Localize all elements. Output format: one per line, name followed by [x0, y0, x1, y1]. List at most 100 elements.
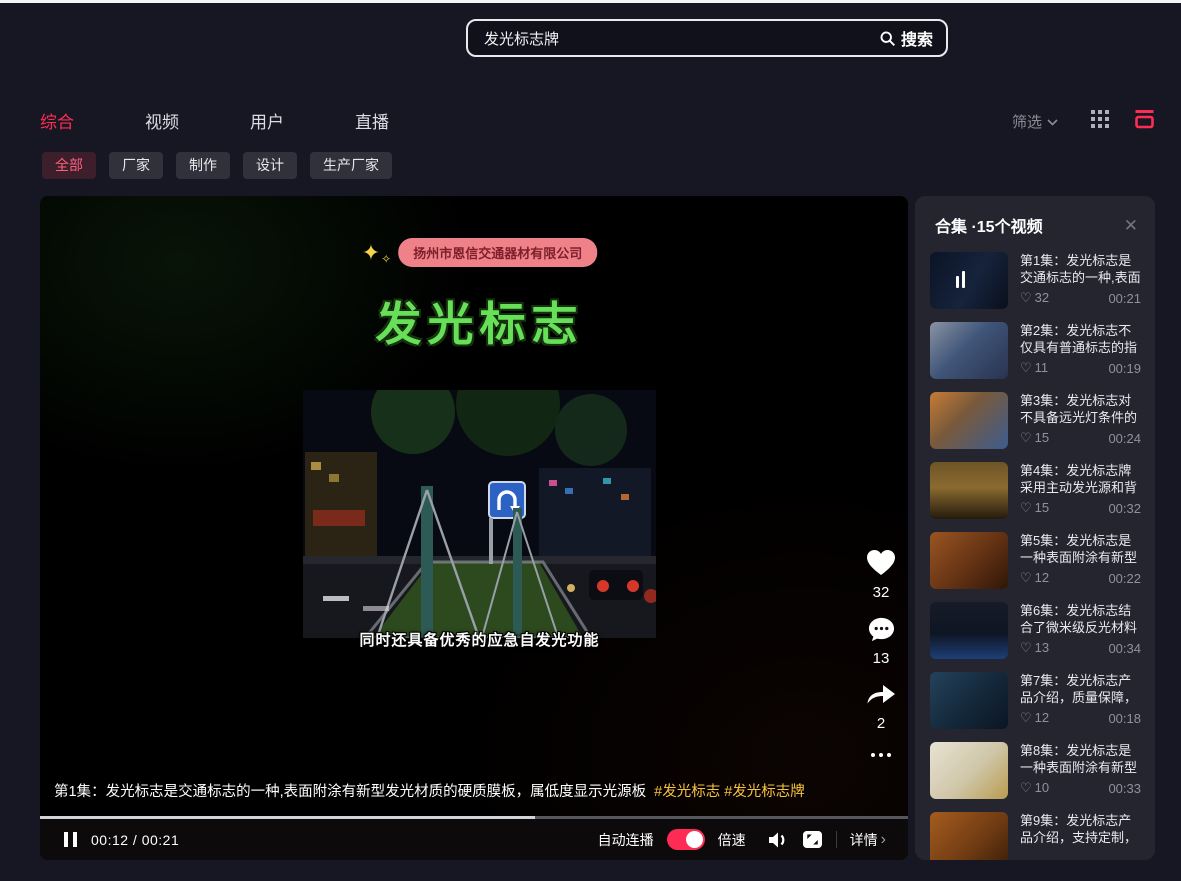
playlist-item-meta: ♡10 00:33 — [1020, 780, 1141, 796]
filter-dropdown[interactable]: 筛选 — [1012, 111, 1058, 132]
caption-text: 第1集：发光标志是交通标志的一种,表面附涂有新型发光材质的硬质膜板，属低度显示光… — [54, 784, 646, 800]
video-thumbnail[interactable] — [930, 322, 1008, 379]
toggle-knob — [686, 831, 703, 848]
speed-button[interactable]: 倍速 — [718, 830, 746, 850]
playlist-item-body: 第5集：发光标志是一种表面附涂有新型发光材... ♡12 00:22 — [1020, 532, 1141, 589]
divider — [836, 831, 837, 848]
playlist-item[interactable]: 第2集：发光标志不仅具有普通标志的指示功... ♡11 00:19 — [930, 322, 1141, 379]
chip-label: 全部 — [55, 157, 83, 173]
playlist-item[interactable]: 第3集：发光标志对不具备远光灯条件的非机动... ♡15 00:24 — [930, 392, 1141, 449]
details-button[interactable]: 详情 › — [850, 830, 886, 850]
playlist-item-title: 第7集：发光标志产品介绍，质量保障，欢迎咨... — [1020, 672, 1141, 706]
playlist-item[interactable]: 第5集：发光标志是一种表面附涂有新型发光材... ♡12 00:22 — [930, 532, 1141, 589]
video-thumbnail[interactable] — [930, 252, 1008, 309]
fullscreen-icon[interactable] — [802, 830, 823, 849]
like-count: ♡13 — [1020, 640, 1049, 656]
filter-chip[interactable]: 生产厂家 — [310, 152, 392, 179]
top-edge-strip — [0, 0, 1181, 3]
playlist-item-title: 第5集：发光标志是一种表面附涂有新型发光材... — [1020, 532, 1141, 566]
chip-label: 设计 — [256, 157, 284, 173]
heart-outline-icon: ♡ — [1020, 290, 1032, 305]
like-count: ♡12 — [1020, 710, 1049, 726]
tab[interactable]: 综合 — [40, 108, 74, 133]
playlist-item[interactable]: 第1集：发光标志是交通标志的一种,表面附涂... ♡32 00:21 — [930, 252, 1141, 309]
video-thumbnail[interactable] — [930, 392, 1008, 449]
playlist-item-title: 第9集：发光标志产品介绍，支持定制，欢迎来 — [1020, 812, 1141, 846]
playlist-item-meta: ♡11 00:19 — [1020, 360, 1141, 376]
playlist-item-title: 第6集：发光标志结合了微米级反光材料太阳能... — [1020, 602, 1141, 636]
playlist-item[interactable]: 第7集：发光标志产品介绍，质量保障，欢迎咨... ♡12 00:18 — [930, 672, 1141, 729]
playlist-item-meta: ♡12 00:22 — [1020, 570, 1141, 586]
playlist-item-body: 第9集：发光标志产品介绍，支持定制，欢迎来 ♡ — [1020, 812, 1141, 860]
search-icon — [879, 30, 896, 47]
autoplay-label: 自动连播 — [598, 830, 654, 850]
sparkle-icon: ✧ — [381, 253, 391, 265]
playlist-item-body: 第8集：发光标志是一种表面附涂有新型发光材... ♡10 00:33 — [1020, 742, 1141, 799]
more-button[interactable] — [871, 753, 891, 757]
like-button[interactable] — [865, 548, 897, 577]
filter-chip[interactable]: 全部 — [42, 152, 96, 179]
search-bar[interactable]: 发光标志牌 搜索 — [466, 19, 948, 57]
collection-list: 第1集：发光标志是交通标志的一种,表面附涂... ♡32 00:21 第2集：发… — [915, 250, 1155, 860]
playlist-item-body: 第6集：发光标志结合了微米级反光材料太阳能... ♡13 00:34 — [1020, 602, 1141, 659]
playlist-item[interactable]: 第9集：发光标志产品介绍，支持定制，欢迎来 ♡ — [930, 812, 1141, 860]
search-button[interactable]: 搜索 — [879, 26, 946, 50]
details-label: 详情 — [850, 830, 878, 850]
playlist-item[interactable]: 第6集：发光标志结合了微米级反光材料太阳能... ♡13 00:34 — [930, 602, 1141, 659]
video-thumbnail[interactable] — [930, 812, 1008, 860]
company-banner-text: 扬州市恩信交通器材有限公司 — [398, 238, 597, 267]
search-input[interactable]: 发光标志牌 — [468, 28, 879, 49]
video-thumbnail[interactable] — [930, 672, 1008, 729]
like-count: ♡12 — [1020, 570, 1049, 586]
comment-button[interactable] — [867, 616, 896, 643]
collection-panel: 合集 ·15个视频 ✕ 第1集：发光标志是交通标志的一种,表面附涂... ♡32… — [915, 196, 1155, 860]
close-icon[interactable]: ✕ — [1124, 217, 1138, 234]
share-button[interactable] — [866, 682, 896, 708]
volume-icon[interactable] — [767, 830, 789, 850]
grid-view-icon[interactable] — [1091, 110, 1110, 134]
filter-chips: 全部 厂家 制作 设计 生产厂家 — [42, 152, 392, 179]
video-caption: 第1集：发光标志是交通标志的一种,表面附涂有新型发光材质的硬质膜板，属低度显示光… — [54, 780, 818, 801]
time-display: 00:12 / 00:21 — [91, 832, 179, 848]
playlist-item[interactable]: 第4集：发光标志牌采用主动发光源和背景反光... ♡15 00:32 — [930, 462, 1141, 519]
video-subtitle: 同时还具备优秀的应急自发光功能 — [303, 629, 656, 650]
video-title-overlay: 发光标志 — [303, 288, 656, 354]
tab-label: 视频 — [145, 113, 179, 132]
video-thumbnail[interactable] — [930, 532, 1008, 589]
caption-hashtags[interactable]: #发光标志 #发光标志牌 — [654, 784, 805, 800]
chevron-down-icon — [1047, 113, 1058, 130]
filter-chip[interactable]: 设计 — [243, 152, 297, 179]
like-count: ♡11 — [1020, 360, 1048, 376]
playlist-item-title: 第2集：发光标志不仅具有普通标志的指示功... — [1020, 322, 1141, 356]
video-thumbnail[interactable] — [930, 602, 1008, 659]
playlist-item-body: 第2集：发光标志不仅具有普通标志的指示功... ♡11 00:19 — [1020, 322, 1141, 379]
heart-outline-icon: ♡ — [1020, 500, 1032, 515]
company-banner: ✦ ✧ 扬州市恩信交通器材有限公司 — [362, 238, 598, 267]
video-thumbnail[interactable] — [930, 742, 1008, 799]
video-duration: 00:32 — [1108, 501, 1141, 516]
filter-chip[interactable]: 制作 — [176, 152, 230, 179]
single-column-view-icon[interactable] — [1134, 109, 1155, 134]
playlist-item[interactable]: 第8集：发光标志是一种表面附涂有新型发光材... ♡10 00:33 — [930, 742, 1141, 799]
playlist-item-title: 第3集：发光标志对不具备远光灯条件的非机动... — [1020, 392, 1141, 426]
filter-chip[interactable]: 厂家 — [109, 152, 163, 179]
street-scene-illustration — [303, 390, 656, 638]
heart-outline-icon: ♡ — [1020, 430, 1032, 445]
playlist-item-meta: ♡15 00:24 — [1020, 430, 1141, 446]
tab[interactable]: 用户 — [250, 108, 284, 133]
playlist-item-body: 第1集：发光标志是交通标志的一种,表面附涂... ♡32 00:21 — [1020, 252, 1141, 309]
playlist-item-title: 第4集：发光标志牌采用主动发光源和背景反光... — [1020, 462, 1141, 496]
tab-label: 直播 — [355, 113, 389, 132]
comment-count: 13 — [873, 650, 890, 667]
tab[interactable]: 直播 — [355, 108, 389, 133]
autoplay-toggle[interactable] — [667, 829, 705, 850]
like-count: ♡15 — [1020, 500, 1049, 516]
tab-label: 用户 — [250, 113, 284, 132]
tab[interactable]: 视频 — [145, 108, 179, 133]
pause-button[interactable] — [64, 832, 77, 847]
video-thumbnail[interactable] — [930, 462, 1008, 519]
video-player[interactable]: ✦ ✧ 扬州市恩信交通器材有限公司 发光标志 — [40, 196, 908, 860]
collection-title: 合集 ·15个视频 — [935, 213, 1043, 237]
video-duration: 00:33 — [1108, 781, 1141, 796]
player-controls: 00:12 / 00:21 自动连播 倍速 详情 › — [40, 819, 908, 860]
